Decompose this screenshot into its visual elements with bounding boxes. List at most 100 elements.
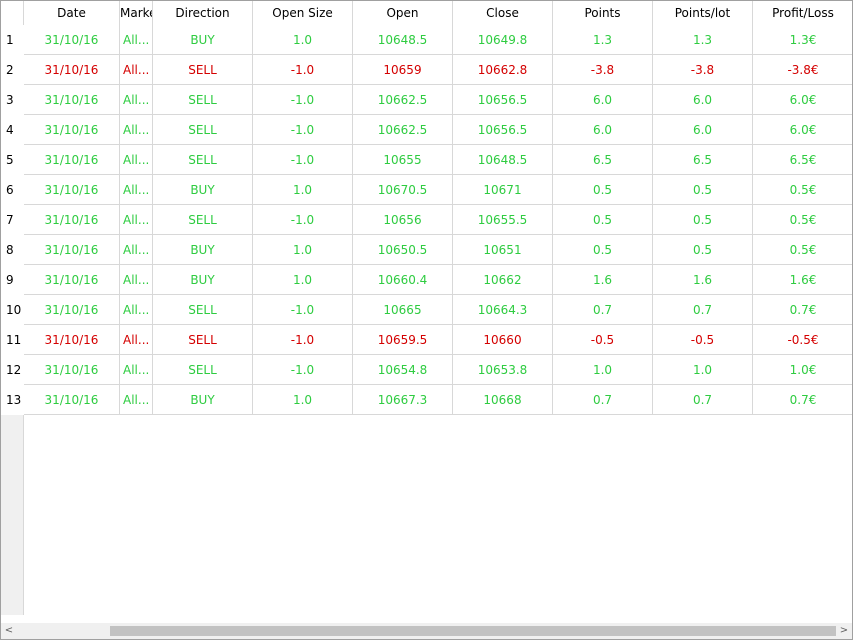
cell-close[interactable]: 10653.8 — [453, 355, 553, 385]
table-row[interactable]: 6 31/10/16 All... BUY 1.0 10670.5 10671 0.5 0.5 0… — [1, 175, 852, 205]
cell-open-size[interactable]: -1.0 — [253, 205, 353, 235]
cell-close[interactable]: 10655.5 — [453, 205, 553, 235]
cell-open-size[interactable]: -1.0 — [253, 55, 353, 85]
cell-profit-loss[interactable]: 6.0€ — [753, 115, 852, 145]
cell-open-size[interactable]: -1.0 — [253, 85, 353, 115]
cell-open[interactable]: 10650.5 — [353, 235, 453, 265]
table-row[interactable]: 2 31/10/16 All... SELL -1.0 10659 10662.8 -3.8-… — [1, 55, 852, 85]
cell-points-lot[interactable]: 0.5 — [653, 235, 753, 265]
column-header-profit-loss[interactable]: Profit/Loss — [753, 1, 852, 25]
cell-points[interactable]: 0.7 — [553, 385, 653, 415]
cell-close[interactable]: 10671 — [453, 175, 553, 205]
cell-open-size[interactable]: -1.0 — [253, 295, 353, 325]
cell-open-size[interactable]: -1.0 — [253, 355, 353, 385]
cell-date[interactable]: 31/10/16 — [24, 265, 120, 295]
table-row[interactable]: 5 31/10/16 All... SELL -1.0 10655 10648.5 6.5 6.… — [1, 145, 852, 175]
cell-points-lot[interactable]: 6.0 — [653, 115, 753, 145]
cell-direction[interactable]: SELL — [153, 295, 253, 325]
cell-profit-loss[interactable]: 0.7€ — [753, 295, 852, 325]
cell-profit-loss[interactable]: 0.5€ — [753, 235, 852, 265]
cell-points-lot[interactable]: 6.5 — [653, 145, 753, 175]
cell-close[interactable]: 10662.8 — [453, 55, 553, 85]
table-row[interactable]: 1 31/10/16 All... BUY 1.0 10648.5 10649.8 1.3 1.… — [1, 25, 852, 55]
cell-close[interactable]: 10662 — [453, 265, 553, 295]
cell-points-lot[interactable]: -3.8 — [653, 55, 753, 85]
cell-profit-loss[interactable]: -0.5€ — [753, 325, 852, 355]
cell-profit-loss[interactable]: 0.5€ — [753, 175, 852, 205]
cell-direction[interactable]: SELL — [153, 145, 253, 175]
cell-market[interactable]: All... — [120, 385, 153, 415]
table-row[interactable]: 8 31/10/16 All... BUY 1.0 10650.5 10651 0.5 0.5 0… — [1, 235, 852, 265]
cell-market[interactable]: All... — [120, 145, 153, 175]
table-row[interactable]: 13 31/10/16 All... BUY 1.0 10667.3 10668 0.7 0.7… — [1, 385, 852, 415]
scroll-right-icon[interactable]: > — [836, 623, 852, 639]
cell-date[interactable]: 31/10/16 — [24, 205, 120, 235]
scrollbar-thumb[interactable] — [110, 626, 836, 636]
cell-date[interactable]: 31/10/16 — [24, 175, 120, 205]
table-row[interactable]: 11 31/10/16 All... SELL -1.0 10659.5 10660 -0.5… — [1, 325, 852, 355]
cell-points-lot[interactable]: 6.0 — [653, 85, 753, 115]
cell-points[interactable]: 6.0 — [553, 85, 653, 115]
cell-open[interactable]: 10656 — [353, 205, 453, 235]
cell-date[interactable]: 31/10/16 — [24, 235, 120, 265]
cell-points-lot[interactable]: 1.0 — [653, 355, 753, 385]
cell-points[interactable]: 0.5 — [553, 175, 653, 205]
cell-close[interactable]: 10648.5 — [453, 145, 553, 175]
cell-open-size[interactable]: 1.0 — [253, 25, 353, 55]
cell-market[interactable]: All... — [120, 355, 153, 385]
cell-profit-loss[interactable]: 6.0€ — [753, 85, 852, 115]
cell-market[interactable]: All... — [120, 325, 153, 355]
cell-points[interactable]: 1.3 — [553, 25, 653, 55]
column-header-points-lot[interactable]: Points/lot — [653, 1, 753, 25]
cell-open[interactable]: 10659 — [353, 55, 453, 85]
cell-open[interactable]: 10665 — [353, 295, 453, 325]
cell-points-lot[interactable]: 0.5 — [653, 175, 753, 205]
table-row[interactable]: 4 31/10/16 All... SELL -1.0 10662.5 10656.5 6.0… — [1, 115, 852, 145]
cell-market[interactable]: All... — [120, 175, 153, 205]
cell-profit-loss[interactable]: 6.5€ — [753, 145, 852, 175]
cell-open-size[interactable]: -1.0 — [253, 115, 353, 145]
cell-direction[interactable]: BUY — [153, 235, 253, 265]
table-row[interactable]: 7 31/10/16 All... SELL -1.0 10656 10655.5 0.5 0.… — [1, 205, 852, 235]
column-header-date[interactable]: Date — [24, 1, 120, 25]
cell-points-lot[interactable]: 0.7 — [653, 385, 753, 415]
cell-date[interactable]: 31/10/16 — [24, 25, 120, 55]
cell-date[interactable]: 31/10/16 — [24, 115, 120, 145]
cell-points[interactable]: 0.5 — [553, 235, 653, 265]
cell-open[interactable]: 10660.4 — [353, 265, 453, 295]
cell-points-lot[interactable]: 1.3 — [653, 25, 753, 55]
cell-date[interactable]: 31/10/16 — [24, 355, 120, 385]
table-row[interactable]: 10 31/10/16 All... SELL -1.0 10665 10664.3 0.7 0… — [1, 295, 852, 325]
cell-open[interactable]: 10659.5 — [353, 325, 453, 355]
cell-market[interactable]: All... — [120, 85, 153, 115]
cell-points-lot[interactable]: 0.5 — [653, 205, 753, 235]
cell-direction[interactable]: SELL — [153, 205, 253, 235]
table-row[interactable]: 3 31/10/16 All... SELL -1.0 10662.5 10656.5 6.0… — [1, 85, 852, 115]
cell-points[interactable]: -0.5 — [553, 325, 653, 355]
cell-profit-loss[interactable]: 0.5€ — [753, 205, 852, 235]
cell-open-size[interactable]: 1.0 — [253, 235, 353, 265]
cell-profit-loss[interactable]: 1.6€ — [753, 265, 852, 295]
cell-open[interactable]: 10670.5 — [353, 175, 453, 205]
cell-market[interactable]: All... — [120, 295, 153, 325]
cell-open[interactable]: 10655 — [353, 145, 453, 175]
cell-points[interactable]: 0.7 — [553, 295, 653, 325]
table-row[interactable]: 12 31/10/16 All... SELL -1.0 10654.8 10653.8 1.… — [1, 355, 852, 385]
cell-market[interactable]: All... — [120, 25, 153, 55]
cell-profit-loss[interactable]: 1.3€ — [753, 25, 852, 55]
horizontal-scrollbar[interactable]: < > — [1, 623, 852, 639]
cell-market[interactable]: All... — [120, 265, 153, 295]
column-header-open[interactable]: Open — [353, 1, 453, 25]
cell-points[interactable]: 1.6 — [553, 265, 653, 295]
cell-open[interactable]: 10662.5 — [353, 85, 453, 115]
cell-close[interactable]: 10656.5 — [453, 115, 553, 145]
cell-direction[interactable]: SELL — [153, 55, 253, 85]
cell-date[interactable]: 31/10/16 — [24, 385, 120, 415]
cell-close[interactable]: 10668 — [453, 385, 553, 415]
cell-market[interactable]: All... — [120, 235, 153, 265]
column-header-market[interactable]: Market — [120, 1, 153, 25]
cell-points[interactable]: 6.5 — [553, 145, 653, 175]
cell-direction[interactable]: BUY — [153, 25, 253, 55]
cell-points[interactable]: 1.0 — [553, 355, 653, 385]
cell-points-lot[interactable]: 1.6 — [653, 265, 753, 295]
